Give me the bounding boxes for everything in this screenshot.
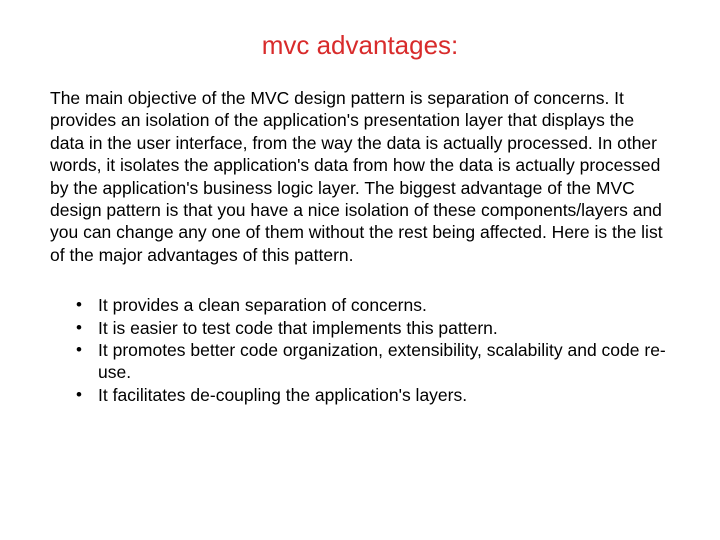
list-item: It provides a clean separation of concer… [76, 294, 670, 316]
list-item: It is easier to test code that implement… [76, 317, 670, 339]
slide-title: mvc advantages: [50, 30, 670, 61]
body-paragraph: The main objective of the MVC design pat… [50, 87, 670, 266]
advantages-list: It provides a clean separation of concer… [50, 294, 670, 406]
list-item: It promotes better code organization, ex… [76, 339, 670, 384]
list-item: It facilitates de-coupling the applicati… [76, 384, 670, 406]
